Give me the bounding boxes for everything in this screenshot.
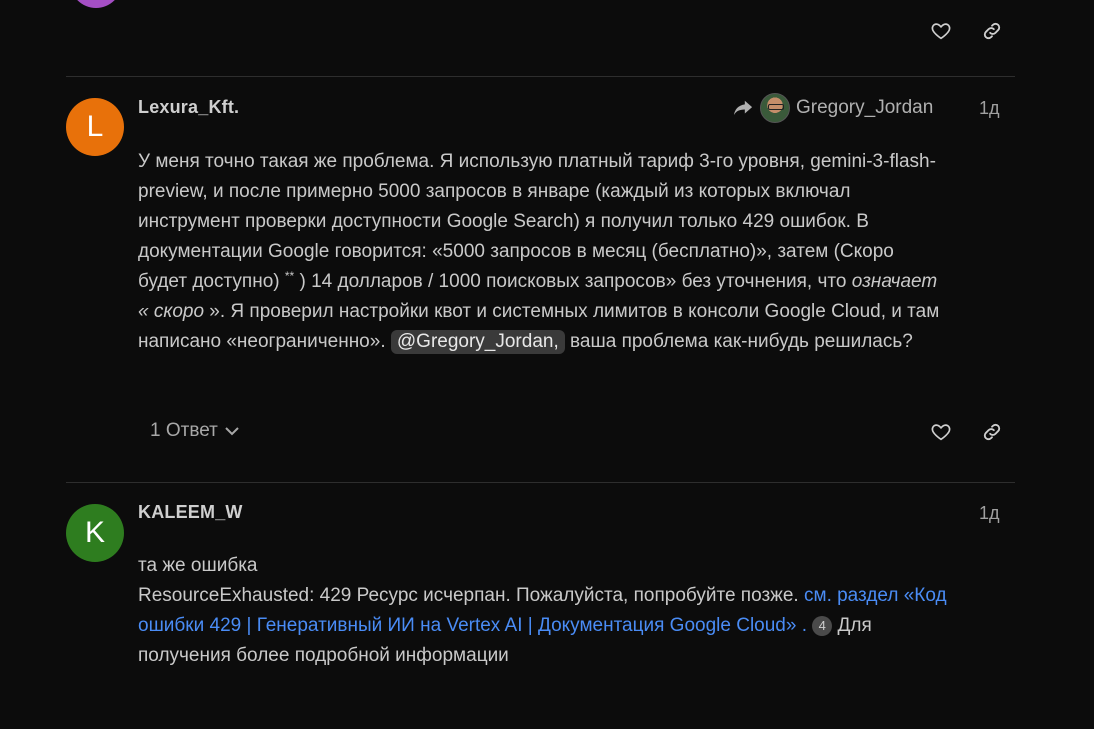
user-mention[interactable]: @Gregory_Jordan, [390,330,565,354]
body-text: ResourceExhausted: 429 Ресурс исчерпан. … [138,585,804,606]
avatar[interactable]: K [66,504,124,562]
avatar[interactable]: L [66,98,124,156]
copy-link-button[interactable] [979,419,1005,445]
post-body: та же ошибка ResourceExhausted: 429 Ресу… [138,551,1008,671]
post-body: У меня точно такая же проблема. Я исполь… [138,147,1008,357]
link-icon [983,22,1001,40]
previous-post-avatar[interactable] [70,0,122,8]
body-line: написано «неограниченно». @Gregory_Jorda… [138,327,1008,357]
like-button[interactable] [928,419,954,445]
body-line: получения более подробной информации [138,645,509,666]
post-author[interactable]: Lexura_Kft. [138,97,239,118]
link-click-count-badge: 4 [812,615,833,636]
post-author[interactable]: KALEEM_W [138,502,243,523]
post-timestamp[interactable]: 1д [979,503,1000,524]
chevron-down-icon [225,427,239,436]
post-timestamp[interactable]: 1д [979,98,1000,119]
body-text: будет доступно) [138,271,285,292]
forum-thread: L Lexura_Kft. Gregory_Jordan 1д У меня т… [0,0,1094,729]
show-replies-button[interactable]: 1 Ответ [150,420,240,442]
like-button[interactable] [928,18,954,44]
docs-link[interactable]: ошибки 429 | Генеративный ИИ на Vertex A… [138,615,807,636]
body-line: инструмент проверки доступности Google S… [138,211,869,232]
post-divider [66,76,1015,77]
reply-to-username: Gregory_Jordan [796,97,934,118]
link-icon [983,423,1001,441]
body-line: документации Google говорится: «5000 зап… [138,241,894,262]
avatar-letter: L [86,110,104,143]
body-line: ошибки 429 | Генеративный ИИ на Vertex A… [138,611,1008,641]
emphasis-text: « скоро [138,301,205,322]
heart-icon [931,23,951,40]
body-line: preview, и после примерно 5000 запросов … [138,181,851,202]
emphasis-text: означает [851,271,938,292]
post-divider [66,482,1015,483]
body-text: ) 14 долларов / 1000 поисковых запросов»… [294,271,852,292]
body-text: ». Я проверил настройки квот и системных… [204,301,940,322]
body-line: будет доступно) ** ) 14 долларов / 1000 … [138,267,1008,297]
reply-to-avatar [760,93,790,123]
body-line: « скоро ». Я проверил настройки квот и с… [138,297,1008,327]
copy-link-button[interactable] [979,18,1005,44]
reply-to-indicator[interactable]: Gregory_Jordan [732,93,933,123]
body-text: написано «неограниченно». [138,331,391,352]
replies-count-label: 1 Ответ [150,420,218,441]
footnote-marker: ** [284,269,295,283]
body-line: У меня точно такая же проблема. Я исполь… [138,151,936,172]
docs-link[interactable]: см. раздел «Код [804,585,947,606]
reply-arrow-icon [733,100,753,115]
body-line: ResourceExhausted: 429 Ресурс исчерпан. … [138,581,1008,611]
body-text: ваша проблема как-нибудь решилась? [564,331,913,352]
heart-icon [931,424,951,441]
body-text: Для [832,615,872,636]
body-line: та же ошибка [138,555,258,576]
avatar-letter: K [84,516,105,549]
